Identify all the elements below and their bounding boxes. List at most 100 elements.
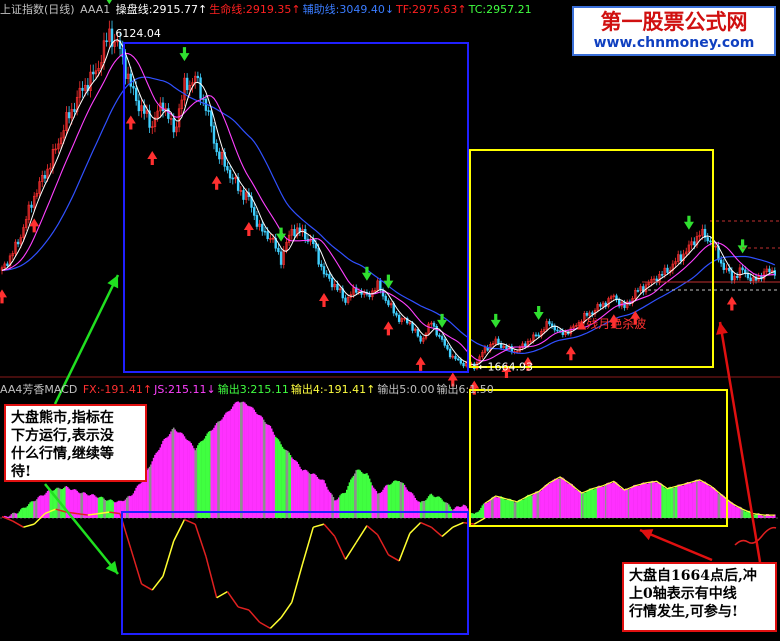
candle-body <box>73 109 76 112</box>
low-price-label: ←1664.93 <box>478 360 533 373</box>
macd-segment <box>269 617 282 629</box>
sell-arrow-icon <box>737 239 748 254</box>
formula-name: AAA1 <box>80 3 111 16</box>
macd-segment <box>473 517 486 525</box>
candle-body <box>438 334 441 337</box>
sell-arrow-icon <box>533 306 544 321</box>
candle-body <box>666 267 669 273</box>
macd-segment <box>291 563 304 603</box>
macd-segment <box>162 540 175 577</box>
sell-arrow-icon <box>276 227 287 242</box>
candle-body <box>129 73 132 87</box>
candle-body <box>749 277 752 282</box>
buy-arrow-icon <box>211 175 222 190</box>
buy-arrow-icon <box>383 321 394 336</box>
candle-body <box>266 231 269 240</box>
candle-body <box>172 118 175 133</box>
candle-body <box>30 204 33 208</box>
candle-body <box>741 267 744 271</box>
candle-body <box>196 75 200 79</box>
buy-arrow-icon <box>125 115 136 130</box>
candle-body <box>719 259 723 264</box>
sell-arrow-icon <box>383 274 394 289</box>
candle-body <box>395 312 398 316</box>
macd-segment <box>237 606 250 611</box>
index-name: 上证指数(日线) <box>0 3 75 16</box>
candle-body <box>454 355 457 360</box>
candle-body <box>212 125 216 144</box>
candle-body <box>92 71 95 75</box>
candle-body <box>448 348 452 358</box>
candle-body <box>397 314 401 322</box>
indicator-header: AA4芳香MACD FX:-191.41↑ JS:215.11↓ 输出3:215.1… <box>0 383 498 397</box>
indicator-name: AA4芳香MACD <box>0 383 78 396</box>
indicator-header-value-2: 输出3:215.11 <box>217 383 289 396</box>
candle-body <box>387 300 390 306</box>
note-line: 什么行情,继续等 <box>11 446 114 462</box>
macd-segment <box>151 575 164 591</box>
candle-body <box>344 297 347 303</box>
main-header-value-3: TF:2975.63↑ <box>396 3 467 16</box>
macd-segment <box>194 523 207 557</box>
candle-body <box>304 229 307 240</box>
note-line: 上0轴表示有中线 <box>629 586 737 602</box>
candle-body <box>134 87 138 102</box>
candle-body <box>727 267 731 272</box>
candle-body <box>746 273 750 279</box>
candle-body <box>534 334 538 337</box>
candle-body <box>279 251 283 265</box>
candle-body <box>368 293 371 298</box>
candle-body <box>328 274 331 279</box>
macd-segment <box>205 556 218 598</box>
note-line: 行情发生,可参与! <box>629 604 739 620</box>
main-header-value-1: 生命线:2919.35↑ <box>209 3 301 16</box>
candle-body <box>440 336 444 340</box>
macd-segment <box>173 519 186 542</box>
candle-body <box>132 86 135 89</box>
signal-arrows-layer <box>0 0 748 395</box>
candle-body <box>293 229 296 237</box>
macd-segment <box>184 518 196 525</box>
candles-layer <box>0 20 777 371</box>
watermark-title: 第一股票公式网 <box>600 10 748 34</box>
note-line: 下方运行,表示没 <box>11 428 114 444</box>
candle-body <box>585 313 589 316</box>
candle-body <box>16 241 20 245</box>
buy-arrow-icon <box>565 346 576 361</box>
indicator-header-value-5: 输出6:1.50 <box>436 383 494 396</box>
candle-body <box>6 263 9 266</box>
main-header-value-2: 辅助线:3049.40↓ <box>302 3 395 16</box>
candle-body <box>591 312 594 315</box>
candle-body <box>679 254 683 262</box>
macd-segment <box>377 534 390 556</box>
sell-arrow-icon <box>179 47 190 62</box>
macd-segment <box>259 621 271 630</box>
candle-body <box>81 87 84 91</box>
auxiliary-line <box>1 76 776 355</box>
candle-body <box>218 151 221 160</box>
candle-body <box>722 262 726 270</box>
candle-body <box>215 143 218 153</box>
candle-body <box>384 295 387 301</box>
chart-stage: 6124.04 ←1664.93 ▲残月绝杀波 上证指数(日线) AAA1 操盘… <box>0 0 780 637</box>
sell-arrow-icon <box>683 215 694 230</box>
candle-body <box>255 215 259 227</box>
moving-average-layer <box>1 39 776 366</box>
bear-phase-box <box>123 42 469 373</box>
buy-arrow-icon <box>147 150 158 165</box>
candle-body <box>462 362 465 367</box>
candle-body <box>322 266 326 275</box>
macd-segment <box>323 523 336 537</box>
indicator-header-value-3: 输出4:-191.41↑ <box>290 383 376 396</box>
bear-market-note: 大盘熊市,指标在 下方运行,表示没 什么行情,继续等 待! <box>4 404 147 482</box>
macd-segment <box>301 526 314 565</box>
high-price-label: 6124.04 <box>115 27 161 40</box>
candle-body <box>228 169 232 179</box>
buy-arrow-icon <box>0 289 7 304</box>
candle-body <box>456 358 460 361</box>
candle-body <box>706 237 709 242</box>
candle-body <box>105 40 108 43</box>
macd-segment <box>355 525 368 543</box>
candle-body <box>320 263 323 267</box>
candle-body <box>330 278 334 288</box>
